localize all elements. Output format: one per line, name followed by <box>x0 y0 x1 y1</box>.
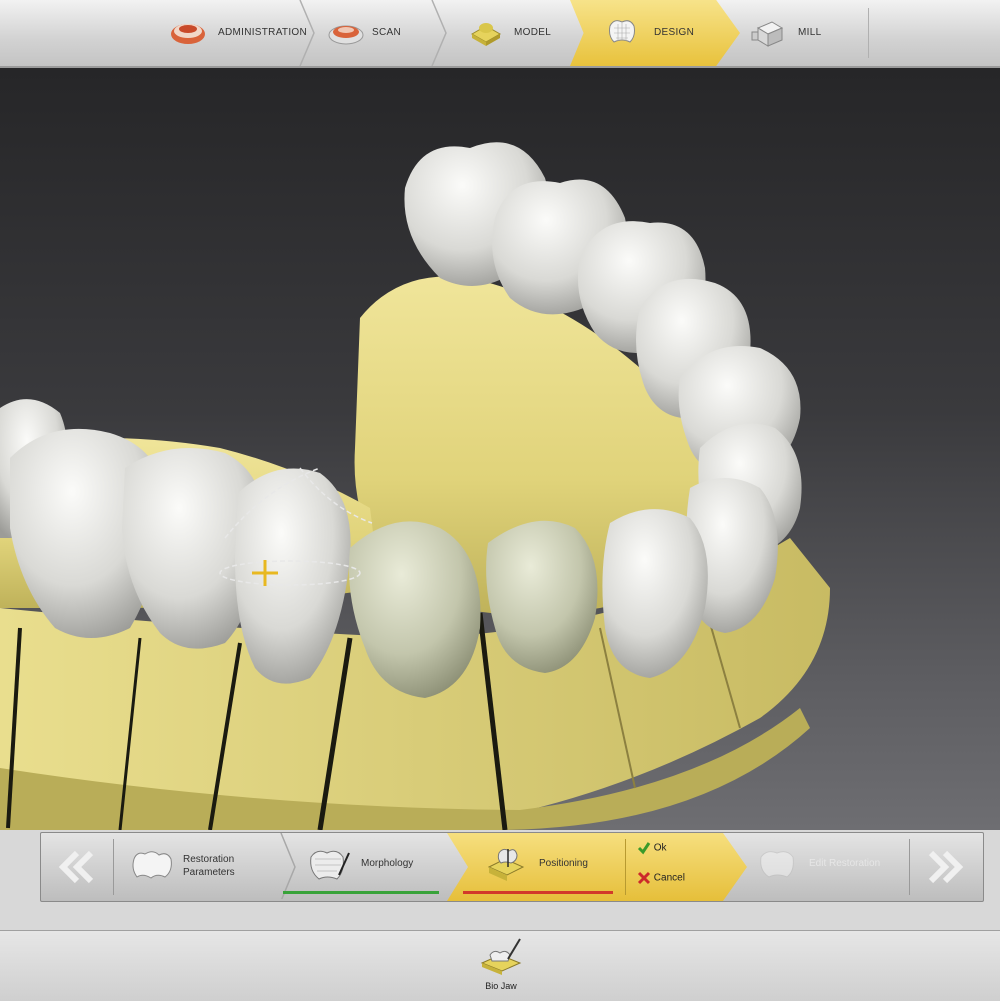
bio-jaw-icon <box>480 938 522 975</box>
phase-tab-administration[interactable]: ADMINISTRATION <box>158 0 308 66</box>
phase-tab-mill[interactable]: MILL <box>738 0 868 66</box>
workflow-step-bar: Restoration Parameters Morphology Positi… <box>40 832 984 902</box>
step-restoration-parameters[interactable]: Restoration Parameters <box>121 833 301 901</box>
step-label: Edit Restoration <box>809 858 881 869</box>
crown-design-icon <box>609 20 635 43</box>
phase-separator <box>299 0 315 66</box>
check-icon <box>637 842 651 855</box>
phase-label: SCAN <box>372 27 401 38</box>
step-divider <box>625 839 626 895</box>
scan-tray-icon <box>328 25 364 45</box>
phase-label: DESIGN <box>654 27 695 38</box>
cross-icon <box>637 871 651 885</box>
positioning-icon <box>487 848 525 881</box>
3d-viewport[interactable] <box>0 68 1000 830</box>
step-divider <box>909 839 910 895</box>
dental-model-scene[interactable] <box>0 68 1000 830</box>
phase-label: ADMINISTRATION <box>218 27 308 38</box>
phase-tab-design[interactable]: DESIGN <box>570 0 740 66</box>
phase-navigation-bar: ADMINISTRATION SCAN MODEL DESIGN MILL <box>0 0 1000 68</box>
phase-bar-divider <box>868 8 869 58</box>
step-label: Positioning <box>539 858 588 869</box>
step-label-line1: Restoration <box>183 854 235 865</box>
phase-tab-model[interactable]: MODEL <box>456 0 576 66</box>
double-chevron-left-icon[interactable] <box>55 845 99 889</box>
step-label: Morphology <box>361 858 414 869</box>
cancel-label: Cancel <box>653 872 685 884</box>
milling-block-icon <box>751 21 784 47</box>
step-progress-underline <box>463 891 613 894</box>
step-progress-underline <box>283 891 439 894</box>
ok-label: Ok <box>653 842 667 854</box>
step-divider <box>113 839 114 895</box>
model-block-icon <box>470 23 502 46</box>
cancel-button[interactable]: Cancel <box>637 871 685 885</box>
ok-button[interactable]: Ok <box>637 841 667 855</box>
jaw-impression-icon <box>171 24 205 44</box>
bottom-toolbar: Bio Jaw <box>0 930 1000 1001</box>
step-separator <box>280 833 296 899</box>
step-label-line2: Parameters <box>183 867 235 878</box>
teeth-icon <box>132 851 172 879</box>
edit-crown-icon <box>760 851 794 878</box>
double-chevron-right-icon[interactable] <box>923 845 967 889</box>
crown-morphology-icon <box>310 850 350 880</box>
phase-label: MODEL <box>514 27 552 38</box>
step-edit-restoration[interactable]: Edit Restoration <box>749 833 909 901</box>
phase-tab-scan[interactable]: SCAN <box>316 0 436 66</box>
phase-label: MILL <box>798 27 822 38</box>
phase-separator <box>431 0 447 66</box>
bio-jaw-button[interactable]: Bio Jaw <box>478 935 524 997</box>
bio-jaw-label: Bio Jaw <box>485 981 517 991</box>
